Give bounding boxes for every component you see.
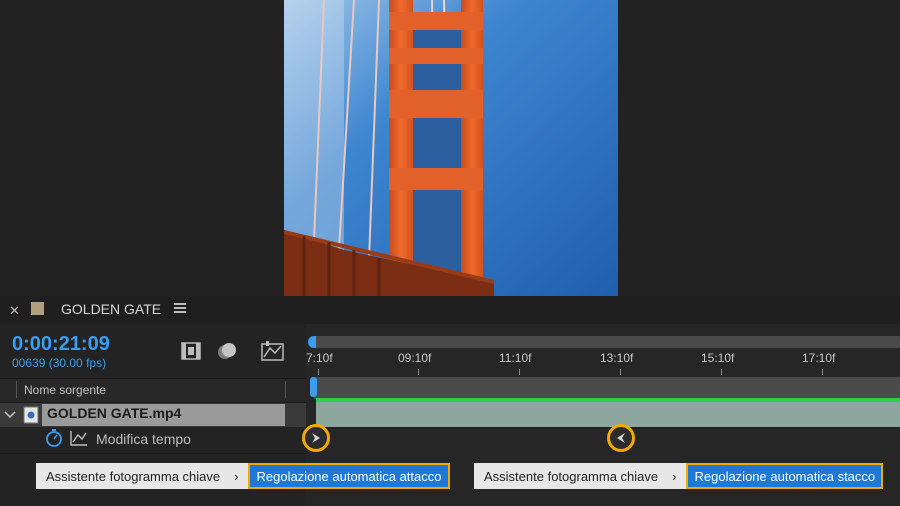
composition-tab-title[interactable]: GOLDEN GATE: [61, 301, 161, 317]
context-menu-path-2: Assistente fotogramma chiave › Regolazio…: [474, 463, 884, 489]
ruler-tick: [620, 369, 621, 375]
time-remap-property[interactable]: Modifica tempo: [96, 431, 191, 447]
keyframe-ease-out[interactable]: [607, 424, 635, 452]
time-navigator-bar[interactable]: [310, 336, 900, 348]
close-icon[interactable]: ✕: [9, 303, 20, 319]
easy-ease-in-menu-item[interactable]: Regolazione automatica attacco: [248, 463, 450, 489]
golden-gate-image: [284, 0, 618, 296]
current-timecode[interactable]: 0:00:21:09: [12, 333, 110, 356]
property-track: [306, 427, 900, 454]
ruler-tick: [418, 369, 419, 375]
menu-item-label: Regolazione automatica attacco: [256, 468, 442, 484]
ruler-tick: [721, 369, 722, 375]
graph-icon[interactable]: [70, 430, 88, 446]
ruler-tick: [822, 369, 823, 375]
ruler-tick: [318, 369, 319, 375]
current-time-indicator[interactable]: [310, 377, 317, 397]
layer-duration-bar[interactable]: [316, 402, 900, 427]
graph-editor-icon[interactable]: [261, 340, 285, 362]
footage-file-icon: [23, 406, 39, 424]
chevron-right-icon: ›: [672, 468, 677, 484]
ruler-tick-label: 13:10f: [600, 351, 634, 365]
frame-count: 00639 (30.00 fps): [12, 356, 107, 370]
stopwatch-icon[interactable]: [44, 428, 64, 448]
motion-blur-icon[interactable]: [216, 340, 238, 362]
chevron-right-icon: ›: [234, 468, 239, 484]
menu-item-label: Assistente fotogramma chiave: [484, 468, 659, 484]
menu-item-label: Assistente fotogramma chiave: [46, 468, 221, 484]
navigator-start-handle[interactable]: [308, 336, 316, 348]
hamburger-menu-icon[interactable]: [174, 303, 186, 313]
keyframe-ease-in[interactable]: [302, 424, 330, 452]
work-area-bar[interactable]: [314, 377, 900, 399]
source-name-column[interactable]: Nome sorgente: [24, 383, 106, 397]
layer-name[interactable]: GOLDEN GATE.mp4: [47, 405, 181, 421]
keyframe-right-icon: [312, 433, 320, 443]
keyframe-left-icon: [617, 433, 625, 443]
ruler-tick-label: 09:10f: [398, 351, 432, 365]
keyframe-assistant-menu-item[interactable]: Assistente fotogramma chiave ›: [474, 463, 687, 489]
ruler-tick-label: 15:10f: [701, 351, 735, 365]
film-icon[interactable]: [180, 341, 202, 361]
column-divider: [16, 381, 17, 398]
column-divider: [285, 381, 286, 398]
easy-ease-out-menu-item[interactable]: Regolazione automatica stacco: [686, 463, 884, 489]
ruler-tick-label: 17:10f: [802, 351, 836, 365]
ruler-tick-label: 7:10f: [306, 351, 333, 365]
context-menu-path-1: Assistente fotogramma chiave › Regolazio…: [36, 463, 450, 489]
keyframe-assistant-menu-item[interactable]: Assistente fotogramma chiave ›: [36, 463, 249, 489]
chevron-down-icon[interactable]: [4, 410, 16, 420]
composition-color-swatch[interactable]: [31, 302, 44, 315]
ruler-tick-label: 11:10f: [499, 351, 532, 365]
menu-item-label: Regolazione automatica stacco: [694, 468, 876, 484]
video-frame: [284, 0, 618, 296]
ruler-tick: [519, 369, 520, 375]
